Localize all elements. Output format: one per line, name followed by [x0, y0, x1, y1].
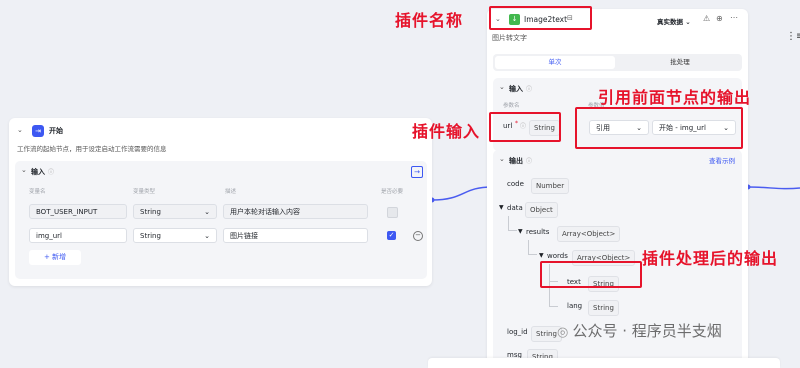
start-node-description: 工作流的起始节点，用于设定启动工作流需要的信息: [17, 145, 167, 153]
watermark: ◎ 公众号 · 程序员半支烟: [557, 322, 722, 340]
expand-toggle-icon[interactable]: ▼: [539, 252, 544, 259]
column-header-name: 变量名: [29, 189, 46, 195]
variable-type-select[interactable]: String ⌄: [133, 228, 217, 243]
output-name: results: [526, 228, 550, 236]
plugin-input-title: 输入: [509, 85, 523, 93]
highlight-processed-output: [540, 261, 642, 288]
annotation-reference-output: 引用前面节点的输出: [598, 88, 752, 107]
tree-line: [528, 240, 537, 255]
column-header-description: 描述: [225, 189, 237, 195]
output-type-badge: Number: [531, 178, 570, 194]
variable-name-input[interactable]: img_url: [29, 228, 127, 243]
start-node-icon: ⇥: [32, 125, 44, 137]
highlight-plugin-input: [489, 112, 561, 142]
start-node-title: 开始: [49, 127, 63, 135]
expand-toggle-icon[interactable]: ▼: [499, 204, 504, 211]
remove-row-icon[interactable]: −: [413, 231, 423, 241]
column-header-type: 变量类型: [133, 189, 156, 195]
variable-name-input: BOT_USER_INPUT: [29, 204, 127, 219]
variable-description-input: 用户本轮对话输入内容: [223, 204, 368, 219]
start-input-title: 输入: [31, 168, 45, 176]
collapse-chevron-icon[interactable]: ⌄: [21, 166, 27, 174]
side-panel-toggle-icon[interactable]: ⋮≡: [786, 31, 800, 45]
variable-description-input[interactable]: 图片链接: [223, 228, 368, 243]
highlight-plugin-name: [489, 6, 592, 30]
variable-type-select: String ⌄: [133, 204, 217, 219]
required-checkbox: [387, 207, 398, 218]
info-icon: ⓘ: [526, 86, 533, 93]
start-input-section: ⌄ 输入 ⓘ → 变量名 变量类型 描述 是否必要 BOT_USER_INPUT…: [15, 161, 427, 279]
highlight-reference: [575, 107, 743, 149]
add-variable-button[interactable]: + 新增: [29, 250, 81, 265]
plus-icon: +: [43, 253, 53, 261]
required-checkbox[interactable]: ✓: [387, 231, 396, 240]
chevron-down-icon: ⌄: [204, 208, 210, 216]
output-type-badge: Array<Object>: [557, 226, 621, 242]
output-name: log_id: [507, 328, 528, 336]
output-name: data: [507, 204, 523, 212]
plugin-node[interactable]: ⌄ ↓ Image2text ⊟ 真实数据 ⌄ ⚠ ⊕ ⋯ 图片转文字 单次 批…: [487, 9, 748, 365]
annotation-processed-output: 插件处理后的输出: [642, 249, 779, 268]
annotation-plugin-input: 插件输入: [412, 122, 481, 141]
collapse-chevron-icon[interactable]: ⌄: [17, 126, 23, 134]
expand-toggle-icon[interactable]: ▼: [518, 228, 523, 235]
info-icon: ⓘ: [526, 158, 533, 165]
output-type-badge: String: [588, 300, 619, 316]
annotation-plugin-name: 插件名称: [395, 11, 464, 30]
env-select[interactable]: 真实数据 ⌄: [657, 16, 691, 26]
add-icon[interactable]: ⊕: [716, 14, 723, 23]
chevron-down-icon: ⌄: [685, 18, 691, 26]
output-name: code: [507, 180, 524, 188]
info-icon: ⓘ: [48, 169, 55, 176]
output-type-badge: Object: [525, 202, 558, 218]
plugin-output-title: 输出: [509, 157, 523, 165]
mode-tabs: 单次 批处理: [493, 54, 742, 71]
param-name-header: 参数名: [503, 103, 520, 109]
plugin-description: 图片转文字: [492, 34, 527, 42]
output-name: words: [547, 252, 568, 260]
chevron-down-icon: ⌄: [204, 232, 210, 240]
column-header-required: 是否必要: [381, 189, 404, 195]
bottom-toolbar: [428, 358, 780, 368]
tab-single[interactable]: 单次: [495, 56, 615, 69]
start-node[interactable]: ⌄ ⇥ 开始 工作流的起始节点，用于设定启动工作流需要的信息 ⌄ 输入 ⓘ → …: [9, 118, 432, 286]
collapse-chevron-icon[interactable]: ⌄: [499, 83, 505, 91]
tab-batch[interactable]: 批处理: [620, 56, 740, 69]
view-example-link[interactable]: 查看示例: [709, 155, 735, 165]
import-icon[interactable]: →: [411, 166, 423, 178]
tree-line: [508, 216, 517, 231]
collapse-chevron-icon[interactable]: ⌄: [499, 155, 505, 163]
debug-icon[interactable]: ⚠: [703, 14, 710, 23]
output-name: lang: [567, 302, 583, 310]
more-icon[interactable]: ⋯: [730, 13, 738, 22]
wechat-icon: ◎: [557, 325, 573, 340]
